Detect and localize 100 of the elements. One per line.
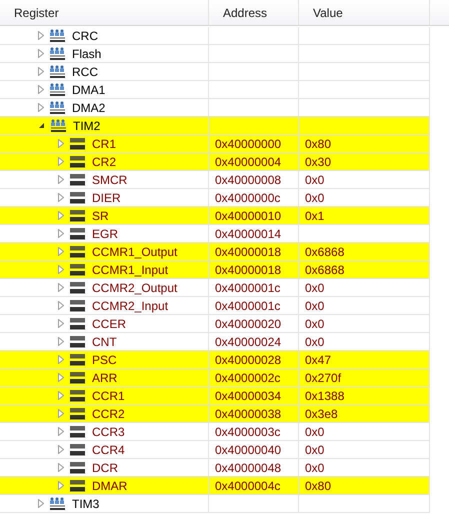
tree-row[interactable]: CNT 0x40000024 0x0 (0, 333, 430, 351)
column-header[interactable]: Address (209, 0, 299, 25)
expand-triangle-icon[interactable] (58, 139, 64, 148)
tree-row[interactable]: CRC (0, 27, 430, 45)
expand-triangle-icon[interactable] (38, 31, 44, 40)
register-icon (70, 298, 86, 312)
register-icon (70, 352, 86, 366)
tree-row[interactable]: DCR 0x40000048 0x0 (0, 459, 430, 477)
collapse-triangle-icon[interactable] (38, 122, 45, 129)
expand-triangle-icon[interactable] (58, 445, 64, 454)
tree-row[interactable]: CCMR1_Output 0x40000018 0x6868 (0, 243, 430, 261)
register-name: TIM2 (73, 118, 100, 134)
register-name: CRC (72, 28, 98, 44)
register-name: PSC (92, 352, 117, 368)
expand-triangle-icon[interactable] (58, 247, 64, 256)
register-name: RCC (72, 64, 98, 80)
expand-triangle-icon[interactable] (38, 49, 44, 58)
tree-row[interactable]: CR1 0x40000000 0x80 (0, 135, 430, 153)
tree-row[interactable]: CCER 0x40000020 0x0 (0, 315, 430, 333)
address-cell-text: 0x4000003c (215, 424, 280, 440)
value-cell-text: 0x270f (305, 370, 342, 386)
expand-triangle-icon[interactable] (58, 355, 64, 364)
tree-row[interactable]: SMCR 0x40000008 0x0 (0, 171, 430, 189)
tree-row[interactable]: EGR 0x40000014 (0, 225, 430, 243)
expand-triangle-icon[interactable] (38, 103, 44, 112)
tree-row[interactable]: DMA1 (0, 81, 430, 99)
expand-triangle-icon[interactable] (58, 229, 64, 238)
address-cell-text: 0x4000001c (215, 280, 280, 296)
address-cell-text: 0x40000038 (215, 406, 282, 422)
register-name: SMCR (92, 172, 128, 188)
address-cell-text: 0x40000028 (215, 352, 282, 368)
peripheral-icon (50, 28, 66, 42)
register-icon (70, 262, 86, 276)
register-icon (70, 442, 86, 456)
value-cell-text: 0x0 (305, 190, 324, 206)
value-cell-text: 0x0 (305, 316, 324, 332)
register-icon (70, 424, 86, 438)
value-cell-text: 0x0 (305, 424, 324, 440)
expand-triangle-icon[interactable] (58, 337, 64, 346)
tree-row[interactable]: CCMR2_Output 0x4000001c 0x0 (0, 279, 430, 297)
register-icon (70, 370, 86, 384)
register-name: CCR1 (92, 388, 125, 404)
address-cell-text: 0x40000010 (215, 208, 282, 224)
tree-row[interactable]: CCR3 0x4000003c 0x0 (0, 423, 430, 441)
tree-row[interactable]: TIM3 (0, 495, 430, 513)
expand-triangle-icon[interactable] (58, 157, 64, 166)
expand-triangle-icon[interactable] (58, 409, 64, 418)
column-header[interactable]: Register (0, 0, 209, 25)
peripheral-icon (50, 496, 66, 510)
value-cell-text: 0x0 (305, 298, 324, 314)
tree-row[interactable]: CCMR1_Input 0x40000018 0x6868 (0, 261, 430, 279)
expand-triangle-icon[interactable] (38, 67, 44, 76)
tree-row[interactable]: Flash (0, 45, 430, 63)
expand-triangle-icon[interactable] (58, 211, 64, 220)
expand-triangle-icon[interactable] (38, 499, 44, 508)
address-cell-text: 0x40000040 (215, 442, 282, 458)
register-icon (70, 208, 86, 222)
value-cell-text: 0x6868 (305, 244, 344, 260)
tree-row[interactable]: TIM2 (0, 117, 430, 135)
expand-triangle-icon[interactable] (58, 301, 64, 310)
tree-row[interactable]: CR2 0x40000004 0x30 (0, 153, 430, 171)
expand-triangle-icon[interactable] (58, 193, 64, 202)
tree-row[interactable]: CCR1 0x40000034 0x1388 (0, 387, 430, 405)
address-cell-text: 0x40000018 (215, 244, 282, 260)
expand-triangle-icon[interactable] (58, 463, 64, 472)
tree-row[interactable]: DMAR 0x4000004c 0x80 (0, 477, 430, 495)
tree-row[interactable]: ARR 0x4000002c 0x270f (0, 369, 430, 387)
register-icon (70, 478, 86, 492)
expand-triangle-icon[interactable] (58, 391, 64, 400)
expand-triangle-icon[interactable] (58, 427, 64, 436)
register-name: ARR (92, 370, 118, 386)
expand-triangle-icon[interactable] (58, 373, 64, 382)
expand-triangle-icon[interactable] (58, 283, 64, 292)
register-name: DMA2 (72, 100, 106, 116)
tree-row[interactable]: DMA2 (0, 99, 430, 117)
peripheral-icon (50, 46, 66, 60)
column-header[interactable]: Value (299, 0, 430, 25)
tree-row[interactable]: DIER 0x4000000c 0x0 (0, 189, 430, 207)
register-name: CCMR1_Output (92, 244, 178, 260)
value-cell-text: 0x0 (305, 172, 324, 188)
register-icon (70, 190, 86, 204)
expand-triangle-icon[interactable] (58, 319, 64, 328)
register-name: DCR (92, 460, 118, 476)
tree-row[interactable]: CCR4 0x40000040 0x0 (0, 441, 430, 459)
register-name: CCR3 (92, 424, 125, 440)
value-cell-text: 0x1 (305, 208, 324, 224)
expand-triangle-icon[interactable] (58, 265, 64, 274)
register-name: CCER (92, 316, 126, 332)
tree-row[interactable]: CCMR2_Input 0x4000001c 0x0 (0, 297, 430, 315)
expand-triangle-icon[interactable] (38, 85, 44, 94)
address-cell-text: 0x4000000c (215, 190, 280, 206)
expand-triangle-icon[interactable] (58, 175, 64, 184)
tree-row[interactable]: RCC (0, 63, 430, 81)
address-cell-text: 0x40000048 (215, 460, 282, 476)
tree-row[interactable]: PSC 0x40000028 0x47 (0, 351, 430, 369)
register-name: CCMR2_Output (92, 280, 178, 296)
expand-triangle-icon[interactable] (58, 481, 64, 490)
value-cell-text: 0x47 (305, 352, 332, 368)
tree-row[interactable]: CCR2 0x40000038 0x3e8 (0, 405, 430, 423)
tree-row[interactable]: SR 0x40000010 0x1 (0, 207, 430, 225)
